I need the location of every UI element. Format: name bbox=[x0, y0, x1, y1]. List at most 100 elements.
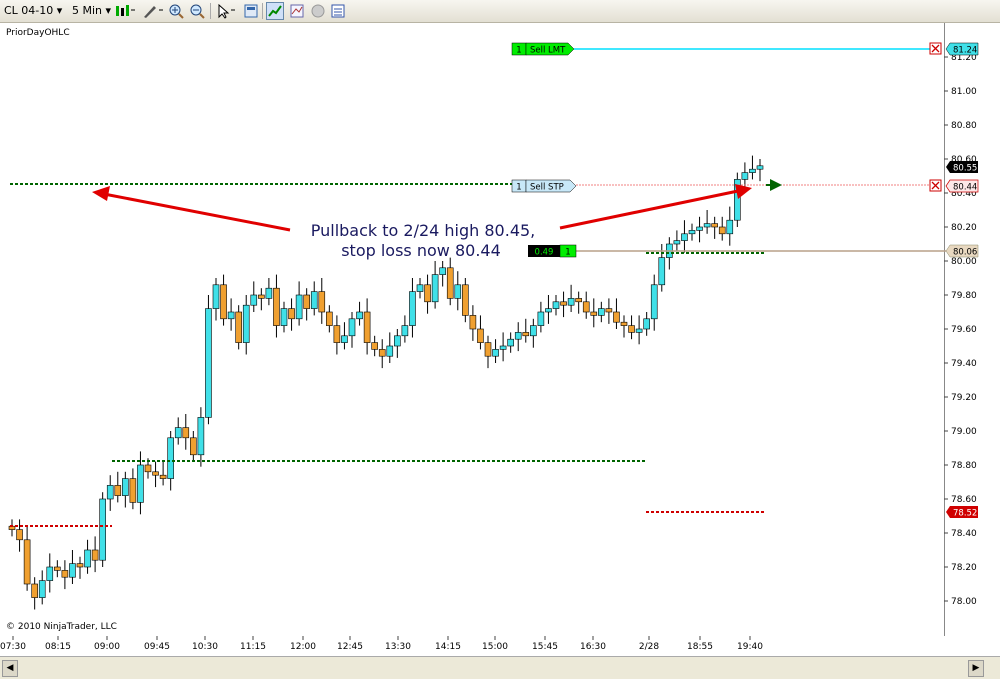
scroll-left-icon[interactable]: ◀ bbox=[2, 660, 18, 677]
candle bbox=[688, 223, 696, 241]
annotation-arrow-right bbox=[559, 189, 739, 230]
candle bbox=[492, 339, 499, 363]
candle bbox=[303, 288, 310, 321]
prior-low-price: 78.52 bbox=[953, 509, 977, 519]
sell-limit-price: 81.24 bbox=[953, 46, 977, 56]
candle bbox=[431, 261, 439, 309]
candle bbox=[38, 570, 46, 605]
candle bbox=[696, 216, 703, 243]
candle bbox=[681, 220, 688, 253]
candle bbox=[409, 278, 416, 338]
candle bbox=[76, 556, 84, 579]
time-tick-label: 10:30 bbox=[192, 642, 218, 652]
annotation-line-2: stop loss now 80.44 bbox=[341, 241, 501, 260]
arrow-head-left-icon bbox=[92, 186, 110, 201]
candle bbox=[235, 305, 242, 350]
sell-limit-price-tag: 81.24 bbox=[945, 42, 979, 56]
candle bbox=[288, 298, 295, 331]
price-tick-label: 80.80 bbox=[951, 121, 977, 131]
candle bbox=[756, 159, 764, 182]
candle bbox=[378, 339, 386, 369]
candle bbox=[273, 274, 280, 338]
candle bbox=[242, 295, 250, 355]
candle bbox=[250, 281, 258, 312]
position-price-tag: 80.06 bbox=[945, 244, 979, 258]
candle bbox=[424, 274, 431, 314]
time-tick-label: 12:45 bbox=[337, 642, 363, 652]
horizontal-scrollbar[interactable]: ◀ ▶ bbox=[0, 656, 1000, 679]
candle bbox=[99, 492, 106, 567]
sell-limit-order-tag[interactable]: 1 Sell LMT bbox=[511, 42, 575, 56]
candle bbox=[356, 301, 363, 326]
candle bbox=[673, 230, 681, 251]
candle bbox=[310, 281, 318, 316]
candle bbox=[522, 318, 530, 343]
candle bbox=[16, 519, 23, 552]
candle bbox=[91, 536, 99, 573]
price-tick-label: 78.00 bbox=[951, 597, 977, 607]
candle bbox=[590, 298, 598, 328]
candle bbox=[31, 577, 38, 610]
annotation-arrow-left bbox=[103, 192, 291, 232]
candle bbox=[197, 407, 205, 467]
price-tick-label: 79.80 bbox=[951, 291, 977, 301]
time-tick-label: 19:40 bbox=[737, 642, 763, 652]
candle bbox=[703, 210, 711, 234]
candle bbox=[628, 315, 635, 340]
time-tick-label: 12:00 bbox=[290, 642, 316, 652]
price-tick-label: 80.20 bbox=[951, 223, 977, 233]
candle bbox=[650, 274, 658, 331]
candle bbox=[530, 318, 537, 348]
time-tick-label: 18:55 bbox=[687, 642, 713, 652]
sell-stop-order-tag[interactable]: 1 Sell STP bbox=[511, 179, 577, 193]
candle bbox=[416, 278, 424, 299]
position-tag[interactable]: 0.49 1 bbox=[528, 244, 577, 258]
candle bbox=[61, 560, 69, 590]
candle bbox=[8, 519, 16, 537]
candle bbox=[159, 461, 167, 486]
candle bbox=[469, 305, 477, 341]
candle bbox=[280, 301, 288, 333]
candle bbox=[507, 332, 514, 353]
time-tick-label: 09:00 bbox=[94, 642, 120, 652]
time-tick-label: 11:15 bbox=[240, 642, 266, 652]
candle bbox=[567, 284, 575, 312]
candle bbox=[454, 271, 462, 311]
sell-stop-label: Sell STP bbox=[530, 183, 564, 193]
time-tick-label: 13:30 bbox=[385, 642, 411, 652]
candle bbox=[326, 305, 333, 333]
time-tick-label: 15:00 bbox=[482, 642, 508, 652]
candle bbox=[152, 461, 159, 488]
price-tick-label: 78.80 bbox=[951, 461, 977, 471]
time-tick-label: 07:30 bbox=[0, 642, 26, 652]
candle bbox=[620, 315, 628, 338]
candle bbox=[386, 332, 394, 363]
time-tick-label: 16:30 bbox=[580, 642, 606, 652]
candle bbox=[401, 315, 409, 343]
candle bbox=[545, 295, 552, 324]
cancel-limit-button[interactable] bbox=[929, 42, 942, 55]
candle bbox=[613, 298, 620, 329]
candle bbox=[439, 261, 446, 287]
price-tick-label: 78.40 bbox=[951, 529, 977, 539]
time-axis: 07:30 08:15 09:00 09:45 10:30 11:15 12:00 12:45… bbox=[0, 636, 763, 652]
candle bbox=[582, 291, 590, 319]
candle bbox=[348, 312, 356, 348]
scroll-right-icon[interactable]: ▶ bbox=[968, 660, 984, 677]
candle bbox=[371, 335, 378, 357]
price-tick-label: 79.00 bbox=[951, 427, 977, 437]
candle bbox=[333, 315, 341, 355]
price-tick-label: 80.00 bbox=[951, 257, 977, 267]
candle bbox=[446, 257, 454, 306]
candle bbox=[537, 301, 545, 333]
candle bbox=[295, 281, 303, 326]
cancel-stop-button[interactable] bbox=[929, 179, 942, 192]
candle bbox=[212, 278, 220, 321]
candle bbox=[69, 550, 76, 584]
price-tick-label: 79.20 bbox=[951, 393, 977, 403]
price-axis: 81.2081.0080.8080.6080.4080.2080.0079.80… bbox=[944, 53, 977, 607]
candle bbox=[598, 301, 605, 323]
candle bbox=[718, 216, 726, 241]
price-tick-label: 78.20 bbox=[951, 563, 977, 573]
last-price: 80.55 bbox=[953, 164, 977, 174]
